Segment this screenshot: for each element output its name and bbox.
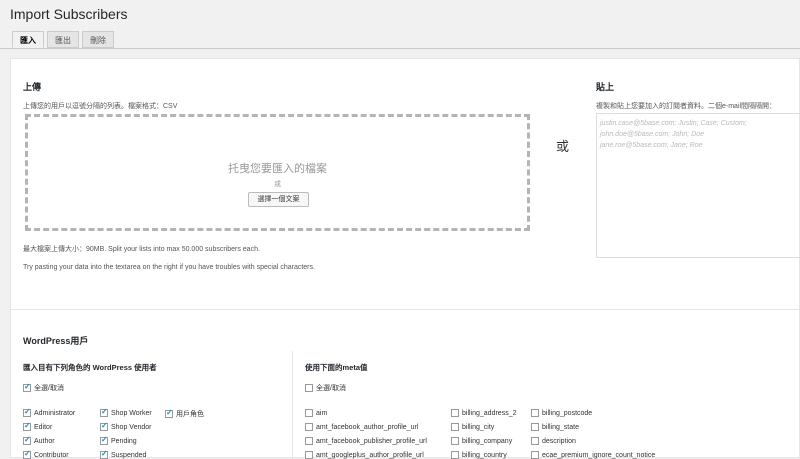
- checkbox-label: Administrator: [34, 409, 76, 417]
- checkbox-label: Author: [34, 437, 55, 445]
- section-divider: [11, 309, 799, 310]
- checkbox-label: Shop Vendor: [111, 423, 152, 431]
- upload-description: 上傳您的用戶以逗號分隔的列表。檔案格式：CSV: [23, 103, 178, 110]
- paste-heading: 貼上: [596, 82, 615, 92]
- checkbox[interactable]: [305, 384, 313, 392]
- checkbox-label: Contributor: [34, 451, 69, 459]
- placeholder-line: justin.case@5base.com; Justin; Case; Cus…: [600, 120, 747, 127]
- meta-billing-postcode[interactable]: billing_postcode: [531, 409, 592, 417]
- column-divider: [292, 351, 293, 459]
- drop-text: 托曳您要匯入的檔案: [228, 163, 327, 175]
- meta-amt-facebook-publisher[interactable]: amt_facebook_publisher_profile_url: [305, 437, 427, 445]
- role-user-role[interactable]: 用戶角色: [165, 408, 204, 419]
- checkbox[interactable]: [451, 437, 459, 445]
- paste-textarea[interactable]: justin.case@5base.com; Justin; Case; Cus…: [596, 113, 800, 258]
- roles-select-all[interactable]: 全選/取消: [23, 382, 64, 393]
- checkbox[interactable]: [23, 435, 31, 445]
- meta-billing-company[interactable]: billing_company: [451, 437, 512, 445]
- checkbox[interactable]: [305, 409, 313, 417]
- import-panel: 上傳 上傳您的用戶以逗號分隔的列表。檔案格式：CSV 托曳您要匯入的檔案 或 選…: [10, 58, 800, 459]
- meta-aim[interactable]: aim: [305, 409, 327, 417]
- drop-or-text: 或: [274, 181, 281, 188]
- meta-description[interactable]: description: [531, 437, 576, 445]
- upload-heading: 上傳: [23, 82, 42, 92]
- role-shop-vendor[interactable]: Shop Vendor: [100, 421, 152, 431]
- or-separator: 或: [556, 139, 570, 154]
- tab-delete[interactable]: 刪除: [82, 31, 114, 48]
- paste-tip: Try pasting your data into the textarea …: [23, 264, 315, 271]
- meta-billing-state[interactable]: billing_state: [531, 423, 579, 431]
- paste-description: 複製和貼上您要加入的訂閱者資料。二個e-mail間隔隔開：: [596, 103, 777, 110]
- checkbox-label: billing_city: [462, 423, 495, 431]
- tab-bar: 匯入 匯出 刪除: [12, 31, 114, 48]
- role-shop-worker[interactable]: Shop Worker: [100, 407, 152, 417]
- checkbox-label: amt_googleplus_author_profile_url: [316, 451, 424, 459]
- checkbox[interactable]: [305, 437, 313, 445]
- checkbox-label: 全選/取消: [34, 385, 64, 392]
- tab-export[interactable]: 匯出: [47, 31, 79, 48]
- checkbox-label: aim: [316, 409, 328, 417]
- checkbox[interactable]: [100, 407, 108, 417]
- checkbox[interactable]: [451, 423, 459, 431]
- checkbox[interactable]: [451, 409, 459, 417]
- role-pending[interactable]: Pending: [100, 435, 137, 445]
- meta-heading: 使用下面的meta值: [305, 363, 368, 372]
- tab-import[interactable]: 匯入: [12, 31, 44, 48]
- checkbox[interactable]: [23, 382, 31, 392]
- checkbox[interactable]: [23, 407, 31, 417]
- role-administrator[interactable]: Administrator: [23, 407, 76, 417]
- checkbox[interactable]: [531, 423, 539, 431]
- checkbox-label: 全選/取消: [316, 385, 346, 392]
- page-title: Import Subscribers: [10, 6, 128, 22]
- role-author[interactable]: Author: [23, 435, 55, 445]
- checkbox[interactable]: [165, 408, 173, 418]
- meta-amt-facebook-author[interactable]: amt_facebook_author_profile_url: [305, 423, 418, 431]
- checkbox-label: billing_address_2: [462, 409, 517, 417]
- checkbox[interactable]: [305, 423, 313, 431]
- tab-divider: [0, 48, 800, 49]
- file-drop-zone[interactable]: 托曳您要匯入的檔案 或 選擇一個文案: [25, 114, 530, 231]
- placeholder-line: jane.roe@5base.com; Jane; Roe: [600, 142, 703, 149]
- meta-select-all[interactable]: 全選/取消: [305, 383, 346, 393]
- wordpress-users-heading: WordPress用戶: [23, 336, 89, 346]
- checkbox-label: billing_postcode: [542, 409, 593, 417]
- checkbox-label: ecae_premium_ignore_count_notice: [542, 451, 656, 459]
- max-upload-size: 最大檔案上傳大小：90MB. Split your lists into max…: [23, 246, 260, 253]
- meta-billing-city[interactable]: billing_city: [451, 423, 494, 431]
- checkbox[interactable]: [531, 437, 539, 445]
- checkbox-label: Suspended: [111, 451, 147, 459]
- choose-file-button[interactable]: 選擇一個文案: [248, 192, 309, 207]
- checkbox-label: description: [542, 437, 576, 445]
- checkbox-label: billing_country: [462, 451, 507, 459]
- meta-billing-address-2[interactable]: billing_address_2: [451, 409, 516, 417]
- checkbox-label: 用戶角色: [176, 411, 204, 418]
- role-editor[interactable]: Editor: [23, 421, 53, 431]
- checkbox[interactable]: [100, 421, 108, 431]
- checkbox-label: amt_facebook_author_profile_url: [316, 423, 419, 431]
- checkbox-label: Editor: [34, 423, 53, 431]
- checkbox[interactable]: [531, 409, 539, 417]
- checkbox-label: billing_company: [462, 437, 513, 445]
- checkbox[interactable]: [100, 435, 108, 445]
- roles-heading: 匯入目有下列角色的 WordPress 使用者: [23, 363, 157, 372]
- checkbox-label: Shop Worker: [111, 409, 152, 417]
- checkbox[interactable]: [23, 421, 31, 431]
- checkbox-label: billing_state: [542, 423, 579, 431]
- checkbox-label: Pending: [111, 437, 137, 445]
- checkbox-label: amt_facebook_publisher_profile_url: [316, 437, 427, 445]
- placeholder-line: john.doe@5base.com; John; Doe: [600, 131, 705, 138]
